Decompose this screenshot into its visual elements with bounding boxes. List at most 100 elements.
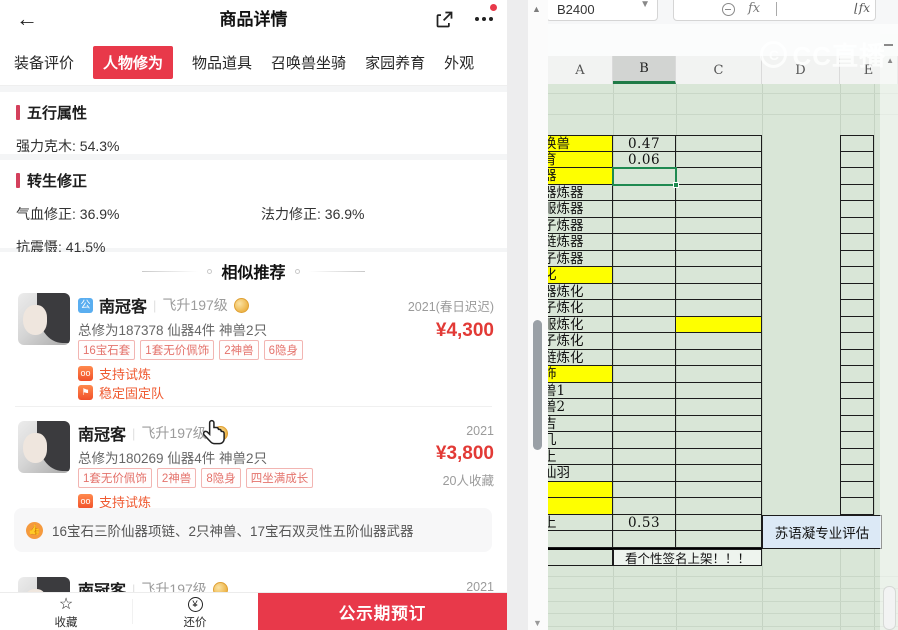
cell-B[interactable] bbox=[613, 267, 676, 284]
fill-handle[interactable] bbox=[673, 181, 679, 188]
cell-C[interactable] bbox=[676, 316, 762, 333]
cell-A[interactable]: 化 bbox=[548, 267, 613, 284]
scroll-down-icon[interactable]: ▼ bbox=[533, 618, 542, 628]
cell-B[interactable] bbox=[613, 250, 676, 267]
cell-B[interactable] bbox=[613, 481, 676, 498]
formula-bar[interactable]: fx ⌊fx bbox=[673, 0, 876, 21]
cell-C[interactable] bbox=[676, 382, 762, 399]
cell-B[interactable] bbox=[613, 382, 676, 399]
scroll-up-icon[interactable]: ▲ bbox=[532, 4, 541, 14]
cell-A[interactable]: 器 bbox=[548, 168, 613, 185]
cell-A[interactable]: 育 bbox=[548, 151, 613, 168]
cell-C[interactable] bbox=[676, 217, 762, 234]
cell-C[interactable] bbox=[676, 201, 762, 218]
cell-A[interactable] bbox=[548, 498, 613, 515]
cell-B[interactable] bbox=[613, 217, 676, 234]
cell-E[interactable] bbox=[840, 316, 874, 333]
cell-B[interactable]: 0.06 bbox=[613, 151, 676, 168]
cell-C[interactable] bbox=[676, 415, 762, 432]
cell-B[interactable] bbox=[613, 498, 676, 515]
cell-B[interactable] bbox=[613, 531, 676, 548]
favorite-button[interactable]: ☆ 收藏 bbox=[0, 596, 132, 630]
cell-C[interactable] bbox=[676, 514, 762, 531]
cell-E[interactable] bbox=[840, 283, 874, 300]
cell-E[interactable] bbox=[840, 234, 874, 251]
cell-A[interactable]: 服炼化 bbox=[548, 316, 613, 333]
cell-B[interactable] bbox=[613, 366, 676, 383]
cell-E[interactable] bbox=[840, 415, 874, 432]
reserve-button[interactable]: 公示期预订 bbox=[258, 593, 507, 630]
cell-B[interactable] bbox=[613, 349, 676, 366]
cell-A[interactable]: 兽2 bbox=[548, 399, 613, 416]
cell-B[interactable] bbox=[613, 415, 676, 432]
cell-B[interactable] bbox=[613, 465, 676, 482]
cell-B[interactable] bbox=[613, 184, 676, 201]
cell-C[interactable] bbox=[676, 349, 762, 366]
cell-C[interactable] bbox=[676, 366, 762, 383]
cell-E[interactable] bbox=[840, 465, 874, 482]
chevron-down-icon[interactable]: ▼ bbox=[640, 0, 650, 10]
scrollbar-thumb[interactable] bbox=[883, 586, 896, 630]
cell-E[interactable] bbox=[840, 399, 874, 416]
banner-cell[interactable]: 看个性签名上架！！！ bbox=[613, 548, 762, 566]
cell-C[interactable] bbox=[676, 531, 762, 548]
cell-C[interactable] bbox=[676, 399, 762, 416]
cell-E[interactable] bbox=[840, 217, 874, 234]
cell-C[interactable] bbox=[676, 283, 762, 300]
scroll-up-icon[interactable]: ▲ bbox=[886, 56, 894, 65]
cell-E[interactable] bbox=[840, 333, 874, 350]
cell-E[interactable] bbox=[840, 349, 874, 366]
cell-E[interactable] bbox=[840, 382, 874, 399]
cell-A[interactable]: 链炼器 bbox=[548, 234, 613, 251]
cell-B[interactable] bbox=[613, 448, 676, 465]
cell-A[interactable]: 几 bbox=[548, 432, 613, 449]
cell-E[interactable] bbox=[840, 168, 874, 185]
cell-C[interactable] bbox=[676, 481, 762, 498]
cell-B[interactable] bbox=[613, 399, 676, 416]
cell-E[interactable] bbox=[840, 201, 874, 218]
cell-E[interactable] bbox=[840, 448, 874, 465]
share-icon[interactable] bbox=[434, 9, 455, 30]
cell-E[interactable] bbox=[840, 267, 874, 284]
scrollbar-thumb[interactable] bbox=[533, 320, 542, 450]
cell-C[interactable] bbox=[676, 168, 762, 185]
column-header-B[interactable]: B bbox=[613, 56, 676, 84]
cell-A[interactable]: 唤兽 bbox=[548, 135, 613, 152]
cell-E[interactable] bbox=[840, 481, 874, 498]
cell-B[interactable]: 0.47 bbox=[613, 135, 676, 152]
cell-E[interactable] bbox=[840, 432, 874, 449]
cell-C[interactable] bbox=[676, 151, 762, 168]
selected-cell[interactable] bbox=[612, 167, 679, 188]
cell-E[interactable] bbox=[840, 300, 874, 317]
cell-C[interactable] bbox=[676, 432, 762, 449]
tab-3[interactable]: 物品道具 bbox=[192, 52, 252, 73]
cell-A[interactable]: 饰 bbox=[548, 366, 613, 383]
cell-A[interactable] bbox=[548, 481, 613, 498]
sheet-scrollbar[interactable]: ▲ bbox=[880, 34, 898, 630]
tab-5[interactable]: 家园养育 bbox=[365, 52, 425, 73]
cell-B[interactable] bbox=[613, 283, 676, 300]
tab-2[interactable]: 人物修为 bbox=[93, 46, 174, 79]
cell-C[interactable] bbox=[676, 333, 762, 350]
cell-C[interactable] bbox=[676, 448, 762, 465]
cell-B[interactable] bbox=[613, 432, 676, 449]
cell-C[interactable] bbox=[676, 184, 762, 201]
column-header-A[interactable]: A bbox=[548, 56, 613, 84]
cell-C[interactable] bbox=[676, 234, 762, 251]
cell-B[interactable] bbox=[613, 333, 676, 350]
cell-B[interactable] bbox=[613, 316, 676, 333]
cell-A[interactable]: 器炼器 bbox=[548, 184, 613, 201]
cell-E[interactable] bbox=[840, 184, 874, 201]
cell-A[interactable]: 仙羽 bbox=[548, 465, 613, 482]
cell-A[interactable]: 链炼化 bbox=[548, 349, 613, 366]
page-scrollbar[interactable]: ▲ ▼ bbox=[528, 0, 548, 630]
cell-B[interactable] bbox=[613, 300, 676, 317]
cell-A[interactable]: 上 bbox=[548, 448, 613, 465]
cell-A[interactable] bbox=[548, 549, 613, 566]
cell-A[interactable]: 上 bbox=[548, 514, 613, 531]
product-card[interactable]: 公南冠客 | 飞升197级 总修为187378 仙器4件 神兽2只 16宝石套 1套无价佩… bbox=[0, 290, 507, 408]
cell-E[interactable] bbox=[840, 366, 874, 383]
more-icon[interactable] bbox=[475, 17, 493, 21]
cell-B[interactable]: 0.53 bbox=[613, 514, 676, 531]
cell-A[interactable]: 兽1 bbox=[548, 382, 613, 399]
